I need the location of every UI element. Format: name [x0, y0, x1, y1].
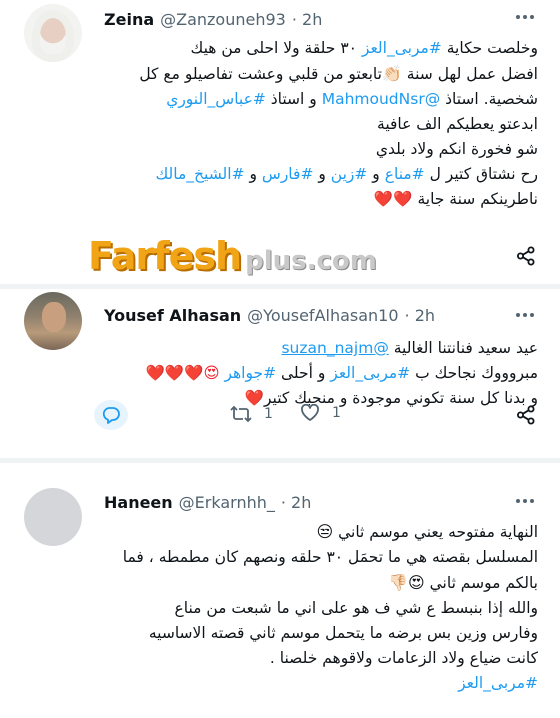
text-segment: افضل عمل لهل سنة	[401, 65, 538, 83]
tweet-text: وخلصت حكاية #مربى_العز ٣٠ حلقة ولا احلى …	[50, 36, 538, 212]
tweet-header: Haneen @Erkarnhh_ · 2h	[104, 493, 311, 512]
retweet-icon	[230, 405, 252, 423]
tweet-time[interactable]: · 2h	[292, 10, 323, 29]
text-segment: و	[244, 165, 262, 183]
watermark-main: Farfesh	[88, 234, 242, 278]
hashtag-link[interactable]: #مربى_العز	[330, 364, 410, 382]
user-name[interactable]: Yousef Alhasan	[104, 306, 241, 325]
heart-emoji: 😍❤️❤️❤️	[145, 364, 225, 382]
watermark-logo: Farfesh plus.com	[88, 234, 377, 278]
more-icon[interactable]	[516, 310, 538, 320]
text-line: شو فخورة انكم ولاد بلدي	[375, 140, 538, 158]
text-line: مبروووك نجاحك ب #مربى_العز و أحلى #جواهر…	[50, 361, 538, 386]
user-handle[interactable]: @Erkarnhh_	[179, 493, 275, 512]
text-line: ناطرينكم سنة جاية ❤️❤️	[50, 187, 538, 212]
user-handle[interactable]: @YousefAlhasan10	[247, 306, 398, 325]
text-segment: رح نشتاق كتير ل	[424, 165, 538, 183]
tweet-header: Yousef Alhasan @YousefAlhasan10 · 2h	[104, 306, 435, 325]
text-line: رح نشتاق كتير ل #مناع و #زين و #فارس و #…	[50, 162, 538, 187]
text-segment: ناطرينكم سنة جاية	[412, 190, 538, 208]
hashtag-link[interactable]: #جواهر	[224, 364, 276, 382]
text-line: النهاية مفتوحه يعني موسم ثاني 😒	[50, 519, 538, 545]
text-segment: ٣٠ حلقة ولا احلى من هيك	[190, 39, 362, 57]
tweet-header: Zeina @Zanzouneh93 · 2h	[104, 10, 322, 29]
share-icon[interactable]	[516, 405, 536, 425]
text-line: افضل عمل لهل سنة 👏🏻تابعتو من قلبي وعشت ت…	[50, 61, 538, 87]
clap-emoji: 👏🏻	[381, 64, 402, 83]
text-line: وخلصت حكاية #مربى_العز ٣٠ حلقة ولا احلى …	[50, 36, 538, 61]
tweet-time[interactable]: · 2h	[405, 306, 436, 325]
user-handle[interactable]: @Zanzouneh93	[160, 10, 286, 29]
share-icon[interactable]	[516, 246, 536, 266]
watermark-plus: plus.com	[245, 246, 377, 276]
hashtag-link[interactable]: #زين	[331, 165, 368, 183]
emoji-group: 😍👎🏻	[388, 573, 425, 592]
text-segment: شخصية. استاذ	[440, 90, 538, 108]
text-segment: عيد سعيد فنانتنا الغالية	[388, 339, 538, 357]
text-segment: و	[313, 165, 331, 183]
more-icon[interactable]	[516, 496, 538, 506]
text-segment: تابعتو من قلبي وعشت تفاصيلو مع كل	[139, 65, 382, 83]
retweet-button[interactable]: 1	[230, 405, 273, 423]
like-icon	[301, 404, 319, 421]
hashtag-link[interactable]: #الشيخ_مالك	[155, 165, 244, 183]
tweet-actions: 1	[94, 400, 294, 430]
user-name[interactable]: Haneen	[104, 493, 173, 512]
text-line: شخصية. استاذ @MahmoudNsr و استاذ #عباس_ا…	[50, 87, 538, 112]
unamused-emoji: 😒	[316, 522, 334, 541]
user-name[interactable]: Zeina	[104, 10, 154, 29]
text-segment: و استاذ	[265, 90, 322, 108]
text-line: وفارس وزين بس برضه ما يتحمل موسم ثاني قص…	[148, 624, 538, 642]
text-segment: وخلصت حكاية	[441, 39, 538, 57]
mention-link[interactable]: @MahmoudNsr	[322, 90, 440, 108]
reply-icon	[102, 407, 120, 424]
text-segment: بالكم موسم ثاني	[424, 574, 538, 592]
retweet-count: 1	[264, 406, 273, 422]
text-segment: و أحلى	[276, 364, 331, 382]
text-line: عيد سعيد فنانتنا الغالية @suzan_najm	[50, 336, 538, 361]
like-count: 1	[332, 405, 341, 421]
text-segment: النهاية مفتوحه يعني موسم ثاني	[333, 523, 538, 541]
tweet-time[interactable]: · 2h	[281, 493, 312, 512]
reply-button[interactable]	[94, 400, 128, 430]
text-line: ابدعتو يعطيكم الف عافية	[377, 115, 538, 133]
text-segment: مبروووك نجاحك ب	[410, 364, 538, 382]
like-button[interactable]: 1	[300, 404, 341, 422]
text-segment: و	[367, 165, 385, 183]
text-line: بالكم موسم ثاني 😍👎🏻	[50, 570, 538, 596]
heart-emoji: ❤️❤️	[373, 190, 413, 208]
text-line: والله إذا بنبسط ع شي ف هو على اني ما شبع…	[174, 599, 539, 617]
tweet-text: النهاية مفتوحه يعني موسم ثاني 😒 المسلسل …	[50, 519, 538, 696]
hashtag-link[interactable]: #عباس_النوري	[166, 90, 266, 108]
hashtag-link[interactable]: #مربى_العز	[362, 39, 442, 57]
text-line: المسلسل بقصته هي ما تحمَل ٣٠ حلقه ونصهم …	[122, 548, 538, 566]
mention-link[interactable]: @suzan_najm	[281, 339, 388, 357]
hashtag-link[interactable]: #مربى_العز	[50, 671, 538, 696]
hashtag-link[interactable]: #مناع	[385, 165, 425, 183]
more-icon[interactable]	[516, 12, 538, 22]
hashtag-link[interactable]: #فارس	[262, 165, 314, 183]
text-line: كانت ضياع ولاد الزعامات ولاقوهم خلصنا .	[269, 649, 538, 667]
